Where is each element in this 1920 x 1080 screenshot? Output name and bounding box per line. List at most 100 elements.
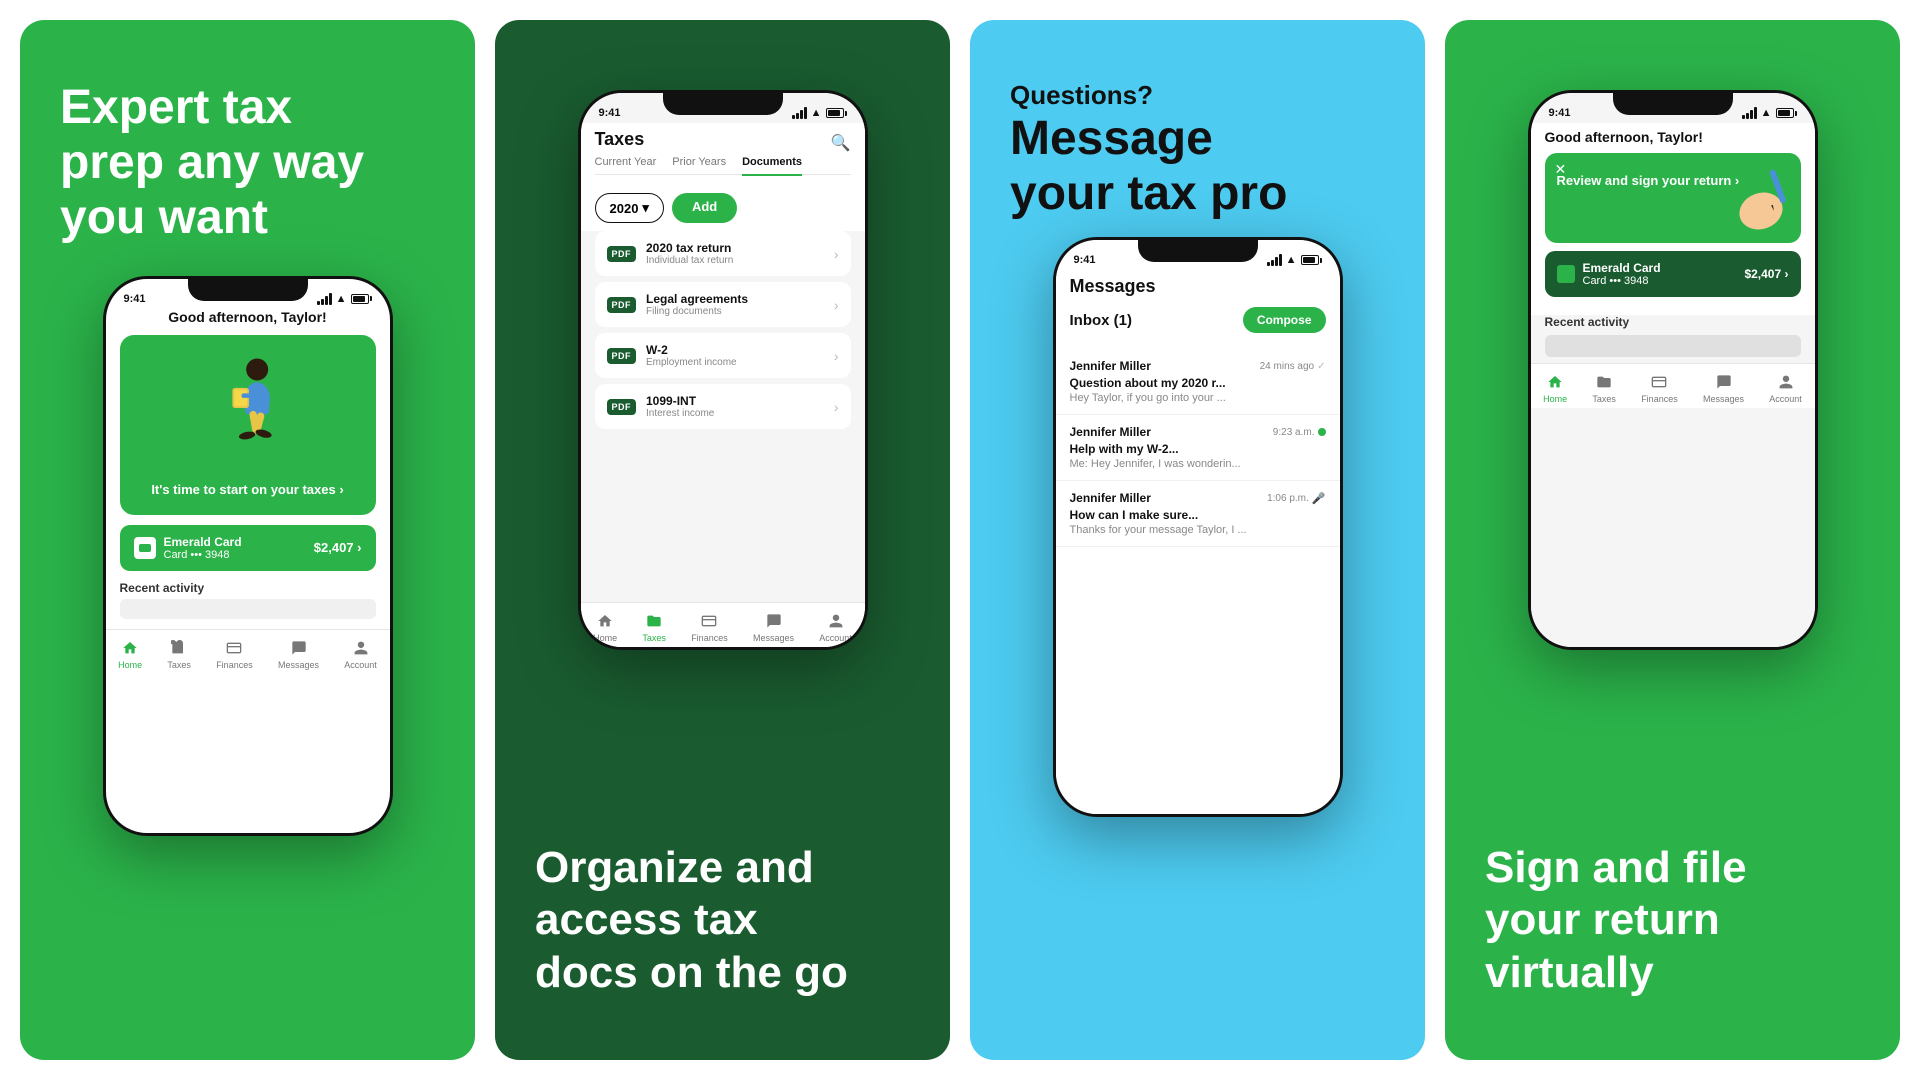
message-item-0[interactable]: Jennifer Miller 24 mins ago ✓ Question a… — [1056, 349, 1340, 415]
nav-taxes-1[interactable]: Taxes — [167, 638, 191, 670]
chevron-right-icon-0: › — [834, 246, 839, 262]
inbox-label: Inbox (1) — [1070, 312, 1133, 329]
nav-account-1[interactable]: Account — [344, 638, 377, 670]
hand-illustration — [1731, 161, 1791, 226]
phone-body-1: Good afternoon, Taylor! — [106, 309, 390, 629]
doc-info-3: 1099-INT Interest income — [646, 394, 824, 419]
home-icon-1 — [120, 638, 140, 658]
card-chip-icon — [139, 544, 151, 552]
battery-icon-4 — [1776, 108, 1797, 118]
bottom-nav-2: Home Taxes Finances — [581, 602, 865, 647]
phone-inner-4: 9:41 ▲ Good afternoon, Tayl — [1531, 93, 1815, 647]
nav-finances-1[interactable]: Finances — [216, 638, 253, 670]
doc-item-0[interactable]: PDF 2020 tax return Individual tax retur… — [595, 231, 851, 276]
add-button[interactable]: Add — [672, 193, 737, 223]
p4-greeting: Good afternoon, Taylor! — [1545, 129, 1801, 145]
p4-emerald-left: Emerald Card Card ••• 3948 — [1557, 261, 1661, 287]
phone-notch-3 — [1138, 240, 1258, 262]
message-list: Jennifer Miller 24 mins ago ✓ Question a… — [1056, 349, 1340, 814]
pdf-badge-3: PDF — [607, 399, 637, 415]
tab-prior-years[interactable]: Prior Years — [672, 156, 726, 168]
doc-info-1: Legal agreements Filing documents — [646, 292, 824, 317]
messages-header: Messages Inbox (1) Compose — [1056, 270, 1340, 349]
nav-taxes-4[interactable]: Taxes — [1592, 372, 1616, 404]
nav-messages-2[interactable]: Messages — [753, 611, 794, 643]
message-item-2[interactable]: Jennifer Miller 1:06 p.m. 🎤 How can I ma… — [1056, 481, 1340, 547]
doc-item-2[interactable]: PDF W-2 Employment income › — [595, 333, 851, 378]
document-list: PDF 2020 tax return Individual tax retur… — [581, 231, 865, 602]
signal-icon-4 — [1742, 107, 1757, 119]
nav-finances-2[interactable]: Finances — [691, 611, 728, 643]
start-taxes-card[interactable]: It's time to start on your taxes › — [120, 335, 376, 515]
p4-emerald-sq-icon — [1557, 265, 1575, 283]
panel-messages: Questions? Messageyour tax pro 9:41 ▲ — [970, 20, 1425, 1060]
emerald-card-info-1: Emerald Card Card ••• 3948 — [164, 535, 242, 561]
review-sign-card[interactable]: ✕ Review and sign your return › — [1545, 153, 1801, 243]
nav-taxes-2[interactable]: Taxes — [642, 611, 666, 643]
year-dropdown[interactable]: 2020 ▾ — [595, 193, 664, 223]
message-item-1[interactable]: Jennifer Miller 9:23 a.m. Help with my W… — [1056, 415, 1340, 481]
bottom-nav-1: Home Taxes Finances Messages — [106, 629, 390, 674]
taxes-tabs: Current Year Prior Years Documents — [595, 156, 851, 175]
pdf-badge-1: PDF — [607, 297, 637, 313]
tab-current-year[interactable]: Current Year — [595, 156, 657, 168]
tab-documents[interactable]: Documents — [742, 156, 802, 176]
mic-icon-2: 🎤 — [1312, 492, 1326, 505]
doc-item-3[interactable]: PDF 1099-INT Interest income › — [595, 384, 851, 429]
doc-item-1[interactable]: PDF Legal agreements Filing documents › — [595, 282, 851, 327]
phone-notch-1 — [188, 279, 308, 301]
finances-icon-1 — [224, 638, 244, 658]
finances-icon-2 — [699, 611, 719, 631]
phone-mockup-3: 9:41 ▲ Messages — [1053, 237, 1343, 817]
nav-account-2[interactable]: Account — [819, 611, 852, 643]
messages-title: Messages — [1070, 276, 1326, 297]
chevron-right-icon-1: › — [834, 297, 839, 313]
time-1: 9:41 — [124, 293, 146, 305]
p4-emerald-card[interactable]: Emerald Card Card ••• 3948 $2,407 › — [1545, 251, 1801, 297]
phone-inner-3: 9:41 ▲ Messages — [1056, 240, 1340, 814]
nav-finances-4[interactable]: Finances — [1641, 372, 1678, 404]
wifi-icon-3: ▲ — [1286, 254, 1297, 266]
battery-icon-2 — [826, 108, 847, 118]
nav-account-4[interactable]: Account — [1769, 372, 1802, 404]
start-taxes-cta[interactable]: It's time to start on your taxes › — [151, 482, 343, 497]
nav-home-4[interactable]: Home — [1543, 372, 1567, 404]
inbox-row: Inbox (1) Compose — [1070, 307, 1326, 333]
phone1-greeting: Good afternoon, Taylor! — [120, 309, 376, 325]
signal-icon-2 — [792, 107, 807, 119]
taxes-icon-4 — [1594, 372, 1614, 392]
home-icon-4 — [1545, 372, 1565, 392]
close-icon-p4[interactable]: ✕ — [1555, 161, 1567, 178]
phone-mockup-2: 9:41 ▲ Taxes — [578, 90, 868, 650]
recent-label-1: Recent activity — [120, 581, 376, 595]
finances-icon-4 — [1649, 372, 1669, 392]
compose-button[interactable]: Compose — [1243, 307, 1326, 333]
doc-info-0: 2020 tax return Individual tax return — [646, 241, 824, 266]
person-illustration — [203, 353, 293, 463]
taxes-header: Taxes 🔍 Current Year Prior Years Documen… — [581, 123, 865, 183]
activity-item-1 — [120, 599, 376, 619]
signal-icon-1 — [317, 293, 332, 305]
panel4-headline: Sign and fileyour returnvirtually — [1485, 842, 1860, 1000]
chevron-right-icon-2: › — [834, 348, 839, 364]
account-icon-1 — [351, 638, 371, 658]
pdf-badge-0: PDF — [607, 246, 637, 262]
emerald-card-1[interactable]: Emerald Card Card ••• 3948 $2,407 › — [120, 525, 376, 571]
wifi-icon-4: ▲ — [1761, 107, 1772, 119]
search-icon-taxes[interactable]: 🔍 — [831, 133, 851, 153]
review-text[interactable]: Review and sign your return › — [1557, 173, 1740, 190]
emerald-card-icon-1 — [134, 537, 156, 559]
chevron-right-icon-3: › — [834, 399, 839, 415]
chevron-down-icon: ▾ — [642, 200, 649, 216]
nav-messages-1[interactable]: Messages — [278, 638, 319, 670]
panel2-headline: Organize andaccess taxdocs on the go — [535, 842, 910, 1000]
battery-icon-3 — [1301, 255, 1322, 265]
nav-home-2[interactable]: Home — [593, 611, 617, 643]
p4-emerald-amount[interactable]: $2,407 › — [1744, 267, 1788, 281]
panel1-headline: Expert taxprep any wayyou want — [60, 80, 364, 246]
nav-messages-4[interactable]: Messages — [1703, 372, 1744, 404]
messages-icon-4 — [1714, 372, 1734, 392]
emerald-amount-1[interactable]: $2,407 › — [314, 540, 362, 555]
nav-home-1[interactable]: Home — [118, 638, 142, 670]
time-2: 9:41 — [599, 107, 621, 119]
